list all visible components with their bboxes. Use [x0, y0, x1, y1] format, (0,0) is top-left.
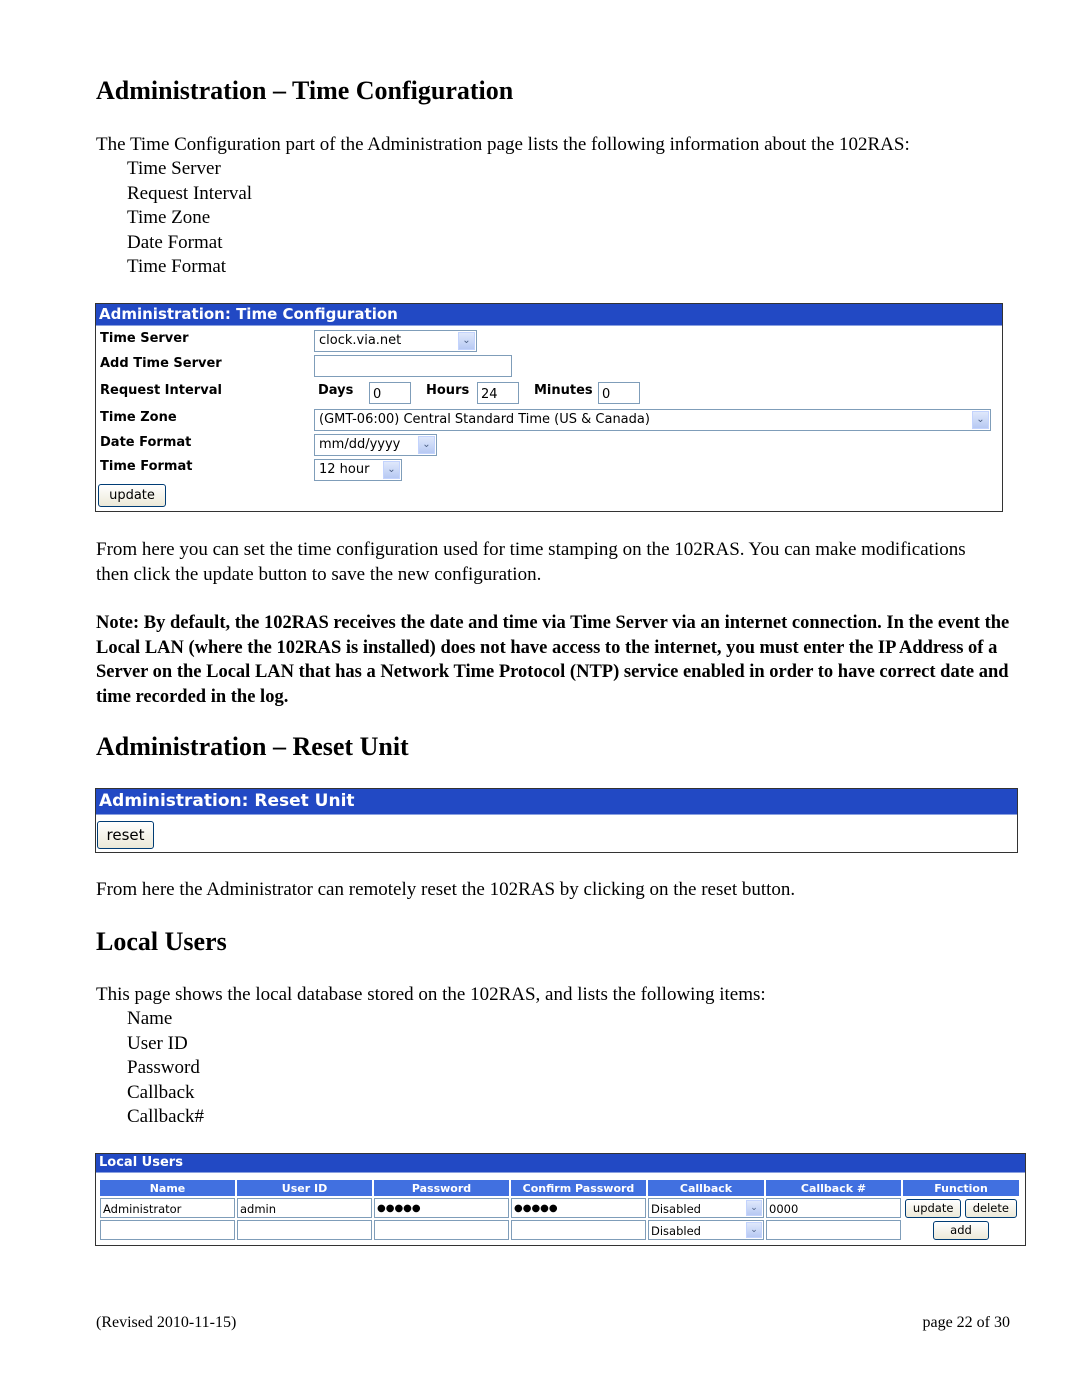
- list-item: Name: [127, 1008, 173, 1029]
- hours-input[interactable]: 24: [477, 382, 519, 404]
- users-table: Name User ID Password Confirm Password C…: [98, 1178, 1021, 1242]
- column-header: Name: [100, 1180, 235, 1196]
- add-time-server-input[interactable]: [314, 355, 512, 377]
- reset-unit-panel: Administration: Reset Unit reset: [95, 788, 1018, 853]
- callback-number-input[interactable]: 0000: [766, 1198, 901, 1218]
- date-format-label: Date Format: [100, 435, 192, 450]
- days-input[interactable]: 0: [369, 382, 411, 404]
- days-label: Days: [318, 383, 354, 398]
- reset-unit-heading: Administration – Reset Unit: [96, 732, 409, 761]
- time-server-value: clock.via.net: [319, 333, 402, 348]
- user-id-input[interactable]: [237, 1220, 372, 1240]
- request-interval-label: Request Interval: [100, 383, 222, 398]
- column-header: Password: [374, 1180, 509, 1196]
- list-item: Time Zone: [127, 207, 211, 228]
- revised-date: (Revised 2010-11-15): [96, 1314, 237, 1331]
- table-row: Administrator admin ●●●●● ●●●●● Disabled…: [100, 1198, 1019, 1218]
- update-user-button[interactable]: update: [905, 1198, 962, 1218]
- list-item: Password: [127, 1057, 200, 1078]
- column-header: Confirm Password: [511, 1180, 646, 1196]
- document-page: Administration – Time Configuration The …: [0, 0, 1080, 1397]
- callback-value: Disabled: [651, 1224, 701, 1238]
- time-format-value: 12 hour: [319, 462, 370, 477]
- chevron-down-icon: ⌄: [418, 436, 435, 454]
- add-time-server-label: Add Time Server: [100, 356, 222, 371]
- time-config-intro: The Time Configuration part of the Admin…: [96, 134, 910, 155]
- chevron-down-icon: ⌄: [458, 332, 475, 350]
- list-item: User ID: [127, 1032, 188, 1054]
- column-header: Callback #: [766, 1180, 901, 1196]
- panel-title: Administration: Reset Unit: [96, 789, 1017, 815]
- list-item: Date Format: [127, 231, 223, 253]
- time-format-select[interactable]: 12 hour ⌄: [314, 459, 402, 481]
- delete-user-button[interactable]: delete: [964, 1198, 1017, 1218]
- table-row: Disabled ⌄ add: [100, 1220, 1019, 1240]
- date-format-select[interactable]: mm/dd/yyyy ⌄: [314, 434, 437, 456]
- add-user-button[interactable]: add: [933, 1220, 989, 1240]
- column-header: User ID: [237, 1180, 372, 1196]
- time-zone-select[interactable]: (GMT-06:00) Central Standard Time (US & …: [314, 409, 991, 431]
- chevron-down-icon: ⌄: [746, 1200, 762, 1216]
- local-users-items: Name User ID Password Callback Callback#: [127, 1007, 204, 1130]
- callback-value: Disabled: [651, 1202, 701, 1216]
- minutes-input[interactable]: 0: [598, 382, 640, 404]
- password-input[interactable]: [374, 1220, 509, 1240]
- time-config-heading: Administration – Time Configuration: [96, 76, 514, 105]
- reset-button[interactable]: reset: [97, 821, 154, 849]
- list-item: Callback: [127, 1081, 195, 1103]
- user-id-input[interactable]: admin: [237, 1198, 372, 1218]
- reset-unit-description: From here the Administrator can remotely…: [96, 879, 796, 900]
- hours-label: Hours: [426, 383, 470, 398]
- callback-number-input[interactable]: [766, 1220, 901, 1240]
- time-format-label: Time Format: [100, 459, 193, 474]
- list-item: Time Server: [127, 158, 221, 179]
- local-users-panel: Local Users Name User ID Password Confir…: [95, 1153, 1026, 1246]
- confirm-password-input[interactable]: [511, 1220, 646, 1240]
- time-config-description: From here you can set the time configura…: [96, 539, 966, 585]
- table-header-row: Name User ID Password Confirm Password C…: [100, 1180, 1019, 1196]
- panel-title: Local Users: [96, 1154, 1025, 1173]
- time-config-items: Time Server Request Interval Time Zone D…: [127, 157, 252, 280]
- minutes-label: Minutes: [534, 383, 593, 398]
- column-header: Callback: [648, 1180, 764, 1196]
- time-server-label: Time Server: [100, 331, 189, 346]
- list-item: Time Format: [127, 256, 227, 277]
- panel-title: Administration: Time Configuration: [96, 304, 1002, 326]
- password-input[interactable]: ●●●●●: [374, 1198, 509, 1218]
- date-format-value: mm/dd/yyyy: [319, 437, 401, 452]
- callback-select[interactable]: Disabled ⌄: [648, 1220, 764, 1240]
- time-config-panel: Administration: Time Configuration Time …: [95, 303, 1003, 512]
- column-header: Function: [903, 1180, 1019, 1196]
- list-item: Request Interval: [127, 182, 253, 204]
- time-zone-value: (GMT-06:00) Central Standard Time (US & …: [319, 412, 650, 427]
- local-users-heading: Local Users: [96, 927, 227, 956]
- chevron-down-icon: ⌄: [746, 1222, 762, 1238]
- confirm-password-input[interactable]: ●●●●●: [511, 1198, 646, 1218]
- list-item: Callback#: [127, 1106, 205, 1127]
- local-users-intro: This page shows the local database store…: [96, 984, 766, 1005]
- chevron-down-icon: ⌄: [972, 411, 989, 429]
- name-input[interactable]: [100, 1220, 235, 1240]
- callback-select[interactable]: Disabled ⌄: [648, 1198, 764, 1218]
- page-number: page 22 of 30: [922, 1314, 1010, 1331]
- update-button[interactable]: update: [98, 484, 166, 507]
- chevron-down-icon: ⌄: [383, 461, 400, 479]
- time-server-select[interactable]: clock.via.net ⌄: [314, 330, 477, 352]
- time-zone-label: Time Zone: [100, 410, 177, 425]
- name-input[interactable]: Administrator: [100, 1198, 235, 1218]
- time-config-note: Note: By default, the 102RAS receives th…: [96, 613, 1010, 707]
